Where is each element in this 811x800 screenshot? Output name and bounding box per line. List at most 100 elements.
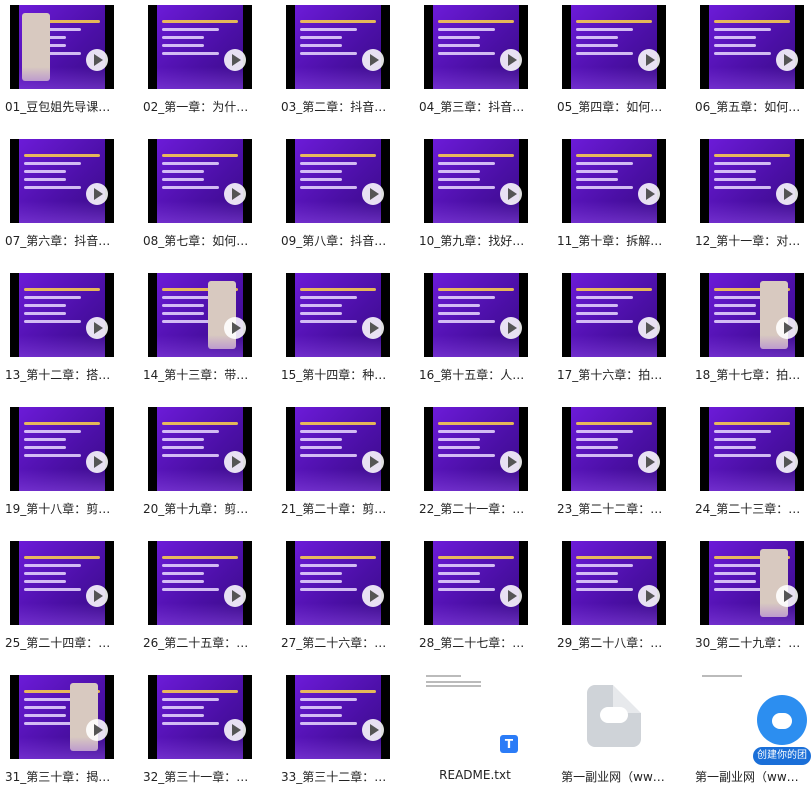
file-tile[interactable]: 25_第二十四章：… xyxy=(5,541,137,659)
play-icon[interactable] xyxy=(362,719,384,741)
file-tile[interactable]: T README.txt xyxy=(419,675,551,793)
play-icon[interactable] xyxy=(500,49,522,71)
file-tile[interactable]: 23_第二十二章：… xyxy=(557,407,689,525)
play-icon[interactable] xyxy=(500,317,522,339)
file-name: 27_第二十六章：… xyxy=(281,636,387,650)
video-thumbnail xyxy=(148,541,252,625)
text-file-icon: T xyxy=(426,675,526,759)
cloud-upload-icon[interactable] xyxy=(757,695,807,745)
file-name: 18_第十七章：拍… xyxy=(695,368,801,382)
file-name: 19_第十八章：剪… xyxy=(5,502,111,516)
file-tile[interactable]: 17_第十六章：拍… xyxy=(557,273,689,391)
play-icon[interactable] xyxy=(776,451,798,473)
file-tile[interactable]: 02_第一章：为什… xyxy=(143,5,275,123)
video-thumbnail xyxy=(424,273,528,357)
file-tile[interactable]: 27_第二十六章：… xyxy=(281,541,413,659)
video-thumbnail xyxy=(700,407,804,491)
file-tile[interactable]: 16_第十五章：人… xyxy=(419,273,551,391)
video-thumbnail xyxy=(148,5,252,89)
file-name: 28_第二十七章：… xyxy=(419,636,525,650)
file-tile[interactable]: 19_第十八章：剪… xyxy=(5,407,137,525)
file-tile[interactable]: 22_第二十一章：… xyxy=(419,407,551,525)
file-tile[interactable]: 01_豆包姐先导课… xyxy=(5,5,137,123)
play-icon[interactable] xyxy=(224,719,246,741)
file-tile[interactable]: 15_第十四章：种… xyxy=(281,273,413,391)
video-thumbnail xyxy=(286,273,390,357)
file-name: 29_第二十八章：… xyxy=(557,636,663,650)
play-icon[interactable] xyxy=(362,183,384,205)
file-tile[interactable]: 33_第三十二章：… xyxy=(281,675,413,793)
play-icon[interactable] xyxy=(776,49,798,71)
video-thumbnail xyxy=(10,541,114,625)
file-tile[interactable]: 32_第三十一章：… xyxy=(143,675,275,793)
play-icon[interactable] xyxy=(638,317,660,339)
file-tile[interactable]: 28_第二十七章：… xyxy=(419,541,551,659)
play-icon[interactable] xyxy=(500,183,522,205)
file-tile[interactable]: 18_第十七章：拍… xyxy=(695,273,811,391)
play-icon[interactable] xyxy=(362,585,384,607)
file-grid: 01_豆包姐先导课… 02_第一章：为什… 03_第二章：抖音… 04_第三章：抖音…… xyxy=(0,0,811,800)
cloud-file-icon xyxy=(562,675,666,759)
play-icon[interactable] xyxy=(86,719,108,741)
play-icon[interactable] xyxy=(776,585,798,607)
play-icon[interactable] xyxy=(362,317,384,339)
file-tile[interactable]: 30_第二十九章：… xyxy=(695,541,811,659)
play-icon[interactable] xyxy=(86,451,108,473)
file-tile[interactable]: 03_第二章：抖音… xyxy=(281,5,413,123)
play-icon[interactable] xyxy=(362,49,384,71)
file-tile[interactable]: 04_第三章：抖音… xyxy=(419,5,551,123)
video-thumbnail xyxy=(424,407,528,491)
file-tile[interactable]: 08_第七章：如何… xyxy=(143,139,275,257)
play-icon[interactable] xyxy=(500,451,522,473)
file-name: 13_第十二章：搭… xyxy=(5,368,111,382)
play-icon[interactable] xyxy=(638,49,660,71)
play-icon[interactable] xyxy=(224,585,246,607)
file-tile[interactable]: 26_第二十五章：… xyxy=(143,541,275,659)
play-icon[interactable] xyxy=(86,183,108,205)
play-icon[interactable] xyxy=(224,49,246,71)
play-icon[interactable] xyxy=(362,451,384,473)
file-name: 32_第三十一章：… xyxy=(143,770,249,784)
play-icon[interactable] xyxy=(224,451,246,473)
file-tile[interactable]: 第一副业网（ww… xyxy=(557,675,689,793)
play-icon[interactable] xyxy=(224,183,246,205)
play-icon[interactable] xyxy=(86,585,108,607)
file-name: 07_第六章：抖音… xyxy=(5,234,111,248)
video-thumbnail xyxy=(148,675,252,759)
play-icon[interactable] xyxy=(86,317,108,339)
file-name: 26_第二十五章：… xyxy=(143,636,249,650)
file-name: 02_第一章：为什… xyxy=(143,100,249,114)
file-tile[interactable]: 07_第六章：抖音… xyxy=(5,139,137,257)
play-icon[interactable] xyxy=(776,317,798,339)
file-tile[interactable]: 13_第十二章：搭… xyxy=(5,273,137,391)
video-thumbnail xyxy=(424,139,528,223)
file-tile[interactable]: 21_第二十章：剪… xyxy=(281,407,413,525)
video-thumbnail xyxy=(286,407,390,491)
file-tile[interactable]: 24_第二十三章：… xyxy=(695,407,811,525)
play-icon[interactable] xyxy=(86,49,108,71)
file-tile[interactable]: 29_第二十八章：… xyxy=(557,541,689,659)
play-icon[interactable] xyxy=(638,183,660,205)
file-tile[interactable]: 31_第三十章：揭… xyxy=(5,675,137,793)
file-tile[interactable]: 09_第八章：抖音… xyxy=(281,139,413,257)
file-tile[interactable]: 10_第九章：找好… xyxy=(419,139,551,257)
play-icon[interactable] xyxy=(638,585,660,607)
file-tile[interactable]: 12_第十一章：对… xyxy=(695,139,811,257)
file-name: 11_第十章：拆解… xyxy=(557,234,663,248)
video-thumbnail xyxy=(148,273,252,357)
file-tile[interactable]: 14_第十三章：带… xyxy=(143,273,275,391)
floating-badge-label[interactable]: 创建你的团 xyxy=(753,747,811,765)
file-name: 24_第二十三章：… xyxy=(695,502,801,516)
file-tile[interactable]: 11_第十章：拆解… xyxy=(557,139,689,257)
floating-create-team-badge[interactable]: 创建你的团 xyxy=(753,695,811,769)
file-tile[interactable]: 06_第五章：如何… xyxy=(695,5,811,123)
file-tile[interactable]: 05_第四章：如何… xyxy=(557,5,689,123)
video-thumbnail xyxy=(148,407,252,491)
play-icon[interactable] xyxy=(500,585,522,607)
file-name: 10_第九章：找好… xyxy=(419,234,525,248)
file-tile[interactable]: 20_第十九章：剪… xyxy=(143,407,275,525)
play-icon[interactable] xyxy=(224,317,246,339)
play-icon[interactable] xyxy=(638,451,660,473)
file-name: 01_豆包姐先导课… xyxy=(5,100,111,114)
play-icon[interactable] xyxy=(776,183,798,205)
